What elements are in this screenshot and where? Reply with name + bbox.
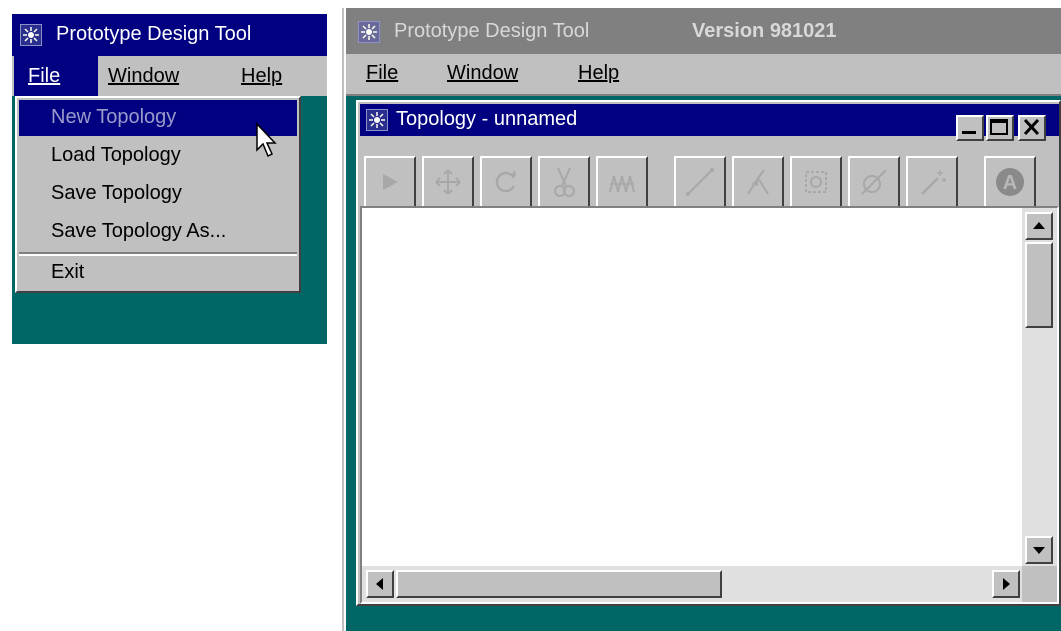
- select-arrow-icon: [383, 174, 398, 190]
- toolbar-rotate-tool[interactable]: [480, 156, 532, 208]
- toolbar-node-tool[interactable]: [790, 156, 842, 208]
- toolbar-select-tool[interactable]: [364, 156, 416, 208]
- left-menu-bar: File Window Help: [12, 56, 327, 96]
- close-button[interactable]: [1018, 115, 1046, 141]
- branch-icon: [747, 169, 769, 195]
- topology-window-title: Topology - unnamed: [396, 108, 578, 130]
- menu-help-label: Help: [578, 62, 620, 84]
- toolbar-link-tool[interactable]: [848, 156, 900, 208]
- version-label: Version 981021: [692, 20, 837, 42]
- divider: [342, 8, 344, 631]
- scrollbar-corner: [1022, 566, 1057, 602]
- vertical-scrollbar[interactable]: [1022, 208, 1057, 568]
- horizontal-scroll-thumb[interactable]: [396, 570, 722, 598]
- horizontal-scrollbar[interactable]: [362, 566, 1022, 602]
- menu-file-label: File: [28, 65, 61, 87]
- toolbar-wand-tool[interactable]: [906, 156, 958, 208]
- menu-help-label: Help: [241, 65, 283, 87]
- menu-item-save-topology-as[interactable]: Save Topology As...: [19, 214, 297, 250]
- scroll-right-button[interactable]: [992, 570, 1020, 598]
- file-dropdown-menu: New Topology Load Topology Save Topology…: [15, 96, 301, 293]
- arrow-left-icon: [376, 578, 383, 590]
- left-app-window: Prototype Design Tool File Window Help N…: [12, 14, 327, 344]
- toolbar-line-tool[interactable]: [674, 156, 726, 208]
- scroll-left-button[interactable]: [366, 570, 394, 598]
- minimize-button[interactable]: [956, 115, 984, 141]
- menu-file[interactable]: File: [14, 56, 98, 96]
- left-title-bar: Prototype Design Tool: [12, 14, 327, 56]
- vertical-scroll-thumb[interactable]: [1025, 242, 1053, 328]
- menu-item-new-topology-label: New Topology: [51, 106, 177, 128]
- menu-item-load-topology-label: Load Topology: [51, 144, 181, 166]
- right-title-bar: Prototype Design Tool Version 981021: [346, 8, 1061, 54]
- toolbar-branch-tool[interactable]: [732, 156, 784, 208]
- menu-item-save-topology-as-label: Save Topology As...: [51, 220, 227, 242]
- svg-text:A: A: [1003, 172, 1017, 194]
- menu-item-save-topology-label: Save Topology: [51, 182, 182, 204]
- minimize-icon: [962, 131, 976, 134]
- scroll-down-button[interactable]: [1025, 536, 1053, 564]
- topology-window-icon[interactable]: [366, 109, 388, 131]
- maximize-button[interactable]: [986, 115, 1014, 141]
- right-app-window: Prototype Design Tool Version 981021 Fil…: [346, 8, 1061, 631]
- menu-window[interactable]: Window: [447, 54, 518, 92]
- toolbar-text-tool[interactable]: A: [984, 156, 1036, 208]
- left-window-title: Prototype Design Tool: [56, 23, 252, 45]
- topology-title-bar: Topology - unnamed: [360, 104, 1059, 136]
- menu-item-new-topology[interactable]: New Topology: [19, 100, 297, 158]
- maximize-icon: [990, 119, 1008, 135]
- menu-file[interactable]: File: [366, 54, 398, 92]
- menu-item-save-topology[interactable]: Save Topology: [19, 176, 297, 212]
- rotate-icon: [495, 170, 516, 193]
- toolbar-cut-tool[interactable]: [538, 156, 590, 208]
- scissors-icon: [554, 167, 575, 197]
- close-icon: [1023, 118, 1040, 136]
- arrow-up-icon: [1033, 222, 1045, 229]
- topology-canvas[interactable]: [362, 208, 1022, 566]
- toolbar-move-tool[interactable]: [422, 156, 474, 208]
- arrow-down-icon: [1033, 547, 1045, 554]
- menu-window-label: Window: [108, 65, 180, 87]
- arrow-right-icon: [1003, 578, 1010, 590]
- text-a-icon: A: [996, 168, 1024, 196]
- toolbar-group-tool[interactable]: [596, 156, 648, 208]
- right-window-title: Prototype Design Tool: [394, 20, 590, 42]
- menu-item-load-topology[interactable]: Load Topology: [19, 138, 297, 174]
- move-icon: [435, 169, 461, 195]
- app-icon[interactable]: [20, 24, 42, 46]
- line-icon: [686, 168, 714, 196]
- menu-window[interactable]: Window: [108, 56, 179, 96]
- menu-item-exit[interactable]: Exit: [19, 256, 297, 290]
- menu-file-label: File: [366, 62, 399, 84]
- right-menu-bar: File Window Help: [346, 54, 1061, 96]
- app-icon[interactable]: [358, 21, 380, 43]
- menu-item-exit-label: Exit: [51, 261, 85, 283]
- menu-window-label: Window: [447, 62, 519, 84]
- menu-help[interactable]: Help: [578, 54, 619, 92]
- link-icon: [861, 169, 887, 195]
- magic-wand-icon: [921, 170, 946, 195]
- group-icon: [609, 175, 635, 193]
- menu-help[interactable]: Help: [241, 56, 282, 96]
- scroll-up-button[interactable]: [1025, 212, 1053, 240]
- node-icon: [805, 171, 827, 193]
